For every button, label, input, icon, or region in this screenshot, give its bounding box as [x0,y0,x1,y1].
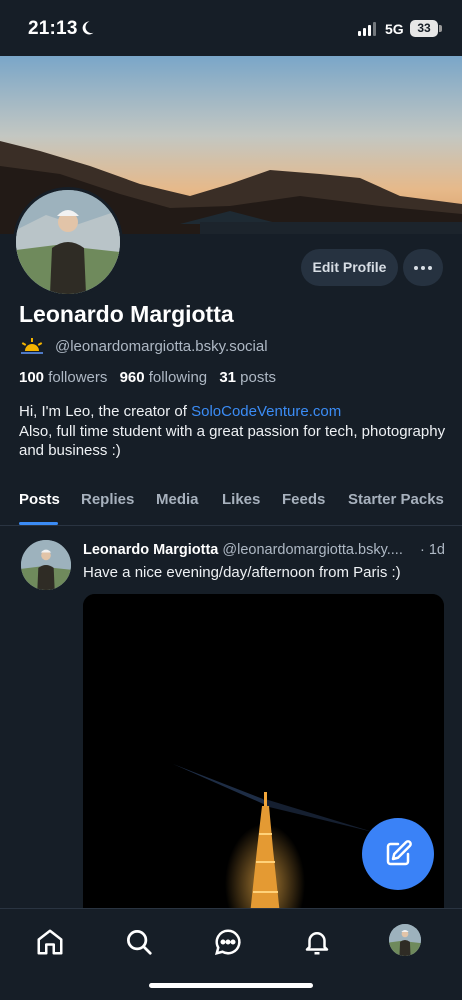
followers-count: 100 [19,369,45,386]
followers-stat[interactable]: 100 followers [19,369,107,386]
avatar-photo [389,924,421,956]
more-dot-icon [428,265,432,270]
post-author-name[interactable]: Leonardo Margiotta [83,542,218,558]
profile-avatar[interactable] [13,187,123,297]
nav-search-button[interactable] [122,925,156,959]
status-time: 21:13 [28,18,78,39]
post-author-handle[interactable]: @leonardomargiotta.bsky.... [222,542,402,558]
profile-handle: @leonardomargiotta.bsky.social [55,337,268,355]
more-dot-icon [421,265,425,270]
sunrise-emoji-icon [21,338,43,354]
home-icon [37,929,63,955]
profile-tabs: Posts Replies Media Likes Feeds Starter … [0,478,462,526]
bell-icon [305,932,329,955]
chat-icon [214,929,241,956]
following-count: 960 [119,369,145,386]
bio-text-2: Also, full time student with a great pas… [19,422,446,460]
more-options-button[interactable] [403,249,443,286]
post-text: Have a nice evening/day/afternoon from P… [83,564,401,581]
network-label: 5G [385,21,404,37]
nav-profile-avatar[interactable] [389,924,421,956]
tab-feeds[interactable]: Feeds [282,491,325,508]
avatar-photo [16,190,120,294]
tab-posts[interactable]: Posts [19,491,60,508]
active-tab-indicator [19,522,58,525]
home-indicator[interactable] [149,983,313,988]
following-stat[interactable]: 960 following [120,369,208,386]
following-label: following [148,369,208,386]
status-bar: 21:13 5G 33 [0,0,462,56]
signal-icon [358,22,376,36]
handle-row: @leonardomargiotta.bsky.social [19,337,268,355]
post-author-avatar[interactable] [21,540,71,590]
nav-notifications-button[interactable] [300,925,334,959]
tab-likes[interactable]: Likes [222,491,260,508]
compose-icon [386,840,412,866]
compose-button[interactable] [362,818,434,890]
avatar-photo [21,540,71,590]
posts-label: posts [240,369,277,386]
bio-text: Hi, I'm Leo, the creator of [19,403,192,420]
moon-icon [82,21,94,35]
nav-home-button[interactable] [33,925,67,959]
battery-tip [439,25,442,32]
nav-chat-button[interactable] [211,925,245,959]
post-timestamp: · 1d [420,542,445,558]
followers-label: followers [48,369,108,386]
tab-media[interactable]: Media [156,491,199,508]
profile-bio: Hi, I'm Leo, the creator of SoloCodeVent… [19,402,449,461]
post-header: Leonardo Margiotta @leonardomargiotta.bs… [83,542,445,558]
tab-starter-packs[interactable]: Starter Packs [348,491,444,508]
tab-replies[interactable]: Replies [81,491,134,508]
bio-link[interactable]: SoloCodeVenture.com [191,403,341,420]
battery-icon: 33 [410,20,438,37]
posts-stat: 31 posts [219,369,276,386]
posts-count: 31 [219,369,236,386]
profile-display-name: Leonardo Margiotta [19,301,234,327]
profile-stats: 100 followers 960 following 31 posts [19,369,276,386]
more-dot-icon [414,265,418,270]
edit-profile-button[interactable]: Edit Profile [301,249,398,286]
search-icon [127,930,152,955]
